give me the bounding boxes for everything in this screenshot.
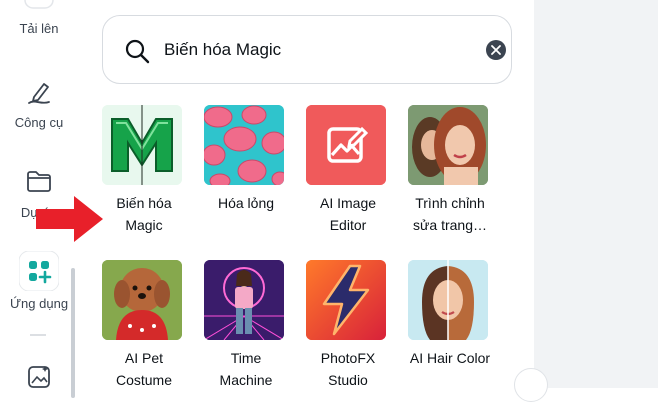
pet-costume-thumb: [102, 260, 182, 340]
app-tile-ai-pet-costume[interactable]: AI Pet Costume: [102, 260, 186, 391]
upload-icon: [24, 0, 54, 9]
rail-label: Công cụ: [14, 115, 64, 130]
search-input[interactable]: Biến hóa Magic: [164, 40, 281, 60]
magic-morph-thumb: [102, 105, 182, 185]
collapse-panel-handle[interactable]: [514, 368, 548, 402]
magic-media-icon: [28, 366, 50, 388]
app-tile-portrait-editor[interactable]: Trình chỉnh sửa trang…: [408, 105, 492, 236]
app-tile-time-machine[interactable]: Time Machine: [204, 260, 288, 391]
search-icon: [125, 39, 150, 64]
portrait-editor-thumb: [408, 105, 488, 185]
rail-item-upload[interactable]: Tải lên: [0, 0, 78, 36]
app-tile-photofx-studio[interactable]: PhotoFX Studio: [306, 260, 390, 391]
annotation-arrow-icon: [36, 196, 103, 242]
photofx-thumb: [306, 260, 386, 340]
ai-image-editor-thumb: [306, 105, 386, 185]
app-name: AI Pet Costume: [115, 350, 173, 388]
app-name: Biến hóa Magic: [116, 195, 172, 233]
app-name: PhotoFX Studio: [320, 350, 376, 388]
app-name: AI Hair Color: [409, 350, 491, 366]
rail-item-magic-media[interactable]: [0, 364, 78, 390]
rail-item-tools[interactable]: Công cụ: [0, 78, 78, 130]
app-tile-ai-image-editor[interactable]: AI Image Editor: [306, 105, 390, 236]
app-tile-ai-hair-color[interactable]: AI Hair Color: [408, 260, 492, 369]
rail-label: Tải lên: [19, 21, 59, 36]
search-box[interactable]: Biến hóa Magic: [102, 15, 512, 84]
time-machine-thumb: [204, 260, 284, 340]
clear-search-button[interactable]: [486, 40, 506, 60]
clear-icon: [491, 45, 501, 55]
side-rail: Tải lên Công cụ Dự án Ứng dụng: [0, 0, 78, 398]
app-name: Time Machine: [219, 350, 273, 388]
app-name: Hóa lỏng: [217, 195, 275, 211]
rail-label: Ứng dụng: [9, 296, 69, 311]
apps-panel: Biến hóa Magic Biến hóa Magic Hóa lỏng A…: [78, 0, 605, 391]
apps-grid-icon: [19, 251, 59, 291]
folder-icon: [27, 171, 51, 192]
rail-scrollbar[interactable]: [71, 268, 75, 398]
app-name: Trình chỉnh sửa trang…: [413, 195, 487, 233]
hair-color-thumb: [408, 260, 488, 340]
rail-divider: [30, 334, 46, 336]
app-tile-magic-morph[interactable]: Biến hóa Magic: [102, 105, 186, 236]
rail-item-apps[interactable]: Ứng dụng: [0, 251, 78, 311]
app-tile-liquify[interactable]: Hóa lỏng: [204, 105, 288, 214]
canvas-area: [534, 0, 658, 388]
draw-pen-icon: [28, 83, 50, 104]
app-name: AI Image Editor: [319, 195, 377, 233]
liquify-thumb: [204, 105, 284, 185]
